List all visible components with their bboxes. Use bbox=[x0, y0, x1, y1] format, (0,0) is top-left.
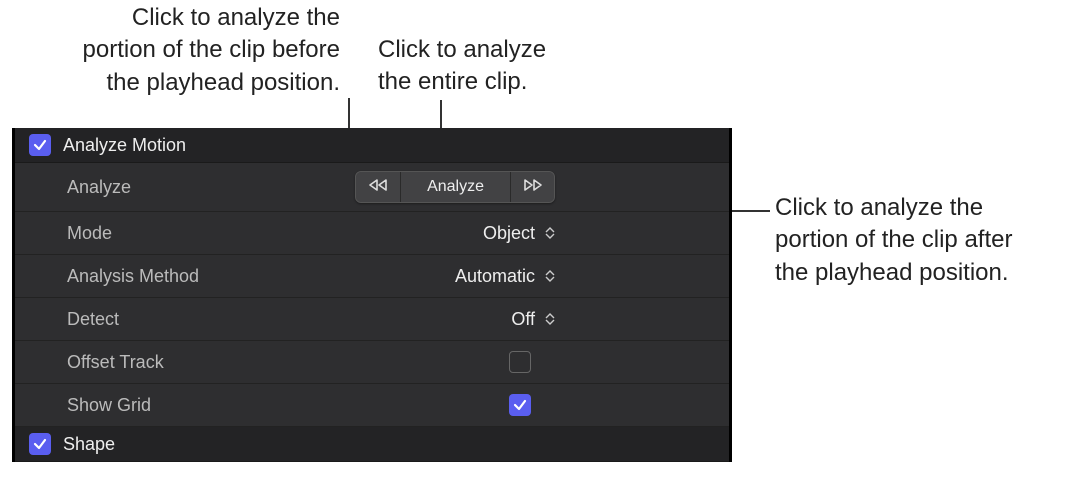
label-offset-track: Offset Track bbox=[67, 352, 164, 373]
section-header-shape[interactable]: Shape bbox=[15, 427, 729, 462]
updown-arrows-icon bbox=[545, 227, 555, 239]
label-show-grid: Show Grid bbox=[67, 395, 151, 416]
inspector-panel: Analyze Motion Analyze Analyze bbox=[12, 128, 732, 462]
analyze-button[interactable]: Analyze bbox=[400, 172, 510, 202]
analyze-button-label: Analyze bbox=[427, 178, 484, 196]
popup-mode[interactable]: Object bbox=[483, 223, 555, 244]
popup-analysis-method[interactable]: Automatic bbox=[455, 266, 555, 287]
updown-arrows-icon bbox=[545, 313, 555, 325]
analyze-reverse-button[interactable] bbox=[356, 172, 400, 202]
row-analysis-method: Analysis Method Automatic bbox=[15, 255, 729, 298]
label-mode: Mode bbox=[67, 223, 112, 244]
updown-arrows-icon bbox=[545, 270, 555, 282]
popup-mode-value: Object bbox=[483, 223, 535, 244]
checkbox-shape[interactable] bbox=[29, 433, 51, 455]
row-analyze: Analyze Analyze bbox=[15, 163, 729, 212]
callout-analyze-before: Click to analyze the portion of the clip… bbox=[20, 2, 340, 99]
analyze-button-group: Analyze bbox=[355, 171, 555, 203]
label-analysis-method: Analysis Method bbox=[67, 266, 199, 287]
checkbox-offset-track[interactable] bbox=[509, 351, 531, 373]
fast-forward-icon bbox=[522, 178, 544, 197]
row-mode: Mode Object bbox=[15, 212, 729, 255]
checkbox-analyze-motion[interactable] bbox=[29, 134, 51, 156]
row-offset-track: Offset Track bbox=[15, 341, 729, 384]
rewind-icon bbox=[367, 178, 389, 197]
callout-analyze-entire: Click to analyze the entire clip. bbox=[378, 34, 638, 99]
popup-detect-value: Off bbox=[511, 309, 535, 330]
analyze-forward-button[interactable] bbox=[510, 172, 554, 202]
row-show-grid: Show Grid bbox=[15, 384, 729, 427]
label-detect: Detect bbox=[67, 309, 119, 330]
popup-detect[interactable]: Off bbox=[511, 309, 555, 330]
row-detect: Detect Off bbox=[15, 298, 729, 341]
section-title-shape: Shape bbox=[63, 434, 115, 455]
checkbox-show-grid[interactable] bbox=[509, 394, 531, 416]
section-header-analyze-motion[interactable]: Analyze Motion bbox=[15, 128, 729, 163]
popup-analysis-method-value: Automatic bbox=[455, 266, 535, 287]
callout-analyze-after: Click to analyze the portion of the clip… bbox=[775, 192, 1075, 289]
section-title-analyze-motion: Analyze Motion bbox=[63, 135, 186, 156]
label-analyze: Analyze bbox=[67, 177, 131, 198]
